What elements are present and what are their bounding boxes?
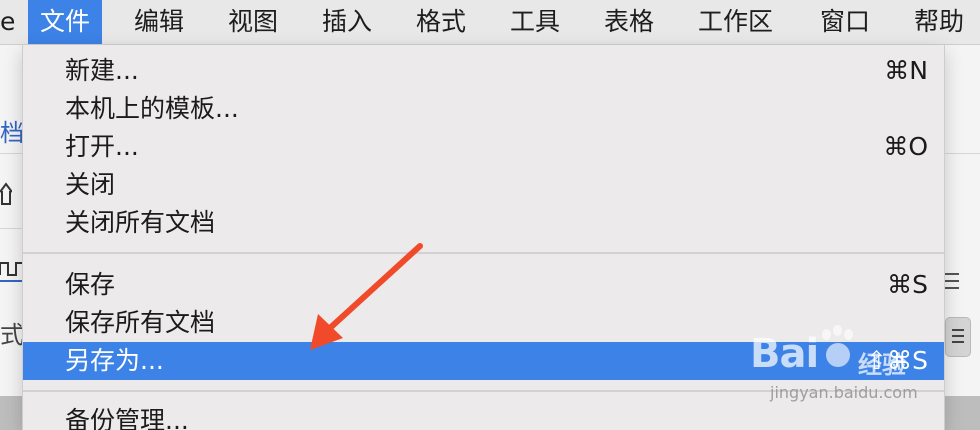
menu-item-close[interactable]: 关闭	[23, 166, 944, 204]
background-app-right	[945, 45, 980, 430]
menu-item-label: 关闭所有文档	[65, 208, 216, 237]
file-menu-dropdown: 新建... ⌘N 本机上的模板... 打开... ⌘O 关闭 关闭所有文档 保存…	[22, 45, 945, 430]
menu-item-backup-manager[interactable]: 备份管理...	[23, 402, 944, 430]
background-text: 式	[0, 321, 22, 349]
menu-item-shortcut: ⇧⌘S	[866, 346, 928, 375]
background-app-left: 档 式	[0, 45, 22, 430]
menubar-item-format[interactable]: 格式	[416, 0, 466, 44]
home-icon[interactable]	[0, 180, 12, 210]
background-link[interactable]: 档	[0, 113, 22, 148]
menu-item-label: 另存为...	[65, 346, 164, 375]
menubar-item-help[interactable]: 帮助	[914, 0, 964, 44]
menu-separator	[23, 252, 944, 254]
menu-item-label: 保存所有文档	[65, 308, 216, 337]
menu-item-shortcut: ⌘N	[884, 56, 928, 85]
menubar-item-partial[interactable]: e	[0, 0, 22, 44]
menu-item-label: 保存	[65, 270, 116, 299]
menu-item-label: 打开...	[65, 132, 139, 161]
list-icon[interactable]	[945, 273, 959, 294]
menu-item-close-all[interactable]: 关闭所有文档	[23, 204, 944, 242]
menu-item-label: 关闭	[65, 170, 116, 199]
menu-item-save-as[interactable]: 另存为... ⇧⌘S	[23, 342, 944, 380]
menu-item-label: 备份管理...	[65, 406, 189, 430]
menubar-item-file[interactable]: 文件	[28, 0, 103, 44]
menu-bar: e 文件 编辑 视图 插入 格式 工具 表格 工作区 窗口 帮助	[0, 0, 980, 45]
divider	[0, 153, 22, 154]
menubar-item-table[interactable]: 表格	[604, 0, 654, 44]
menubar-item-tools[interactable]: 工具	[510, 0, 560, 44]
menu-separator	[23, 390, 944, 392]
ruler-icon[interactable]	[0, 253, 22, 283]
menu-item-open[interactable]: 打开... ⌘O	[23, 128, 944, 166]
menubar-item-workspace[interactable]: 工作区	[698, 0, 773, 44]
list-style-button[interactable]	[945, 317, 971, 357]
menu-item-label: 本机上的模板...	[65, 94, 239, 123]
menu-item-new[interactable]: 新建... ⌘N	[23, 52, 944, 90]
menubar-item-view[interactable]: 视图	[228, 0, 278, 44]
menu-item-shortcut: ⌘S	[887, 270, 928, 299]
menu-item-shortcut: ⌘O	[883, 132, 928, 161]
menubar-item-edit[interactable]: 编辑	[134, 0, 184, 44]
menubar-item-window[interactable]: 窗口	[820, 0, 870, 44]
menu-item-save[interactable]: 保存 ⌘S	[23, 266, 944, 304]
menu-item-label: 新建...	[65, 56, 139, 85]
divider	[0, 228, 22, 229]
menu-item-save-all[interactable]: 保存所有文档	[23, 304, 944, 342]
menubar-item-insert[interactable]: 插入	[322, 0, 372, 44]
menu-item-local-templates[interactable]: 本机上的模板...	[23, 90, 944, 128]
divider	[945, 153, 980, 154]
